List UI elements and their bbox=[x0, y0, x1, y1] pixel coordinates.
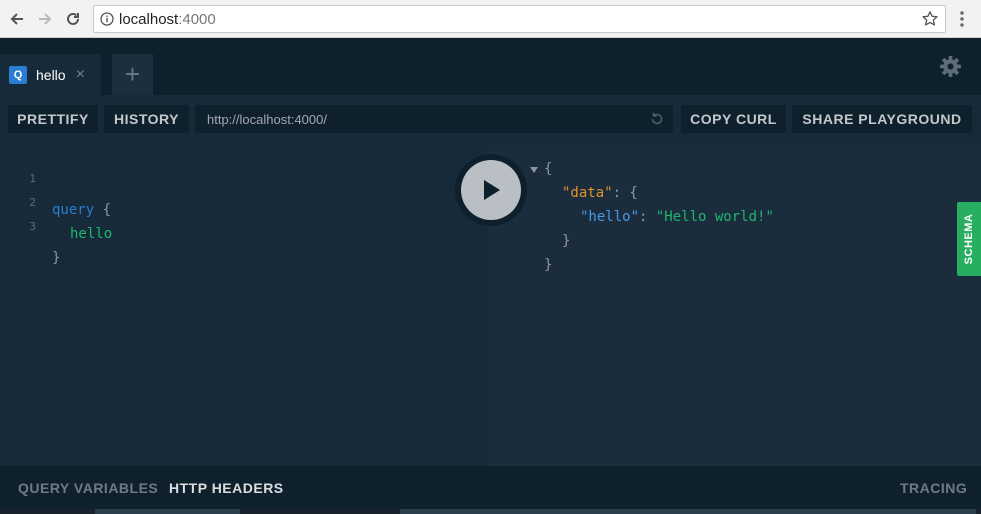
edge-segment bbox=[0, 509, 95, 514]
editor-line: 3 } bbox=[0, 218, 60, 266]
info-icon[interactable] bbox=[100, 12, 114, 26]
query-editor[interactable]: 1 query { 2 hello 3 } bbox=[0, 145, 489, 466]
reload-button[interactable] bbox=[62, 8, 84, 30]
query-keyword: query bbox=[52, 202, 95, 218]
copy-curl-button[interactable]: COPY CURL bbox=[681, 105, 786, 133]
tab-hello[interactable]: Q hello × bbox=[0, 54, 101, 95]
prettify-button[interactable]: PRETTIFY bbox=[8, 105, 98, 133]
line-number: 3 bbox=[29, 220, 36, 233]
tracing-tab[interactable]: TRACING bbox=[900, 480, 967, 496]
tab-label: hello bbox=[36, 66, 66, 83]
share-playground-button[interactable]: SHARE PLAYGROUND bbox=[792, 105, 972, 133]
url-text: localhost:4000 bbox=[119, 11, 216, 28]
gear-icon[interactable] bbox=[939, 55, 962, 78]
http-headers-tab[interactable]: HTTP HEADERS bbox=[169, 480, 284, 496]
close-brace: } bbox=[52, 250, 61, 266]
result-open-brace: { bbox=[544, 161, 553, 177]
line-number: 2 bbox=[29, 196, 36, 209]
hello-colon: : bbox=[639, 209, 656, 225]
playground-toolbar: PRETTIFY HISTORY http://localhost:4000/ … bbox=[0, 95, 981, 145]
edge-segment bbox=[240, 509, 400, 514]
browser-menu-icon[interactable] bbox=[958, 10, 966, 28]
query-field: hello bbox=[70, 226, 113, 242]
edge-segment bbox=[976, 509, 981, 514]
bookmark-star-icon[interactable] bbox=[921, 10, 939, 28]
line-number: 1 bbox=[29, 172, 36, 185]
endpoint-input[interactable]: http://localhost:4000/ bbox=[195, 105, 673, 133]
hello-value: "Hello world!" bbox=[655, 209, 774, 225]
play-icon bbox=[484, 180, 500, 200]
data-colon: : { bbox=[612, 185, 638, 201]
close-icon[interactable]: × bbox=[76, 66, 85, 83]
address-bar[interactable]: localhost:4000 bbox=[93, 5, 946, 33]
bottom-panel-bar: QUERY VARIABLES HTTP HEADERS TRACING bbox=[0, 466, 981, 514]
data-key: "data" bbox=[562, 185, 613, 201]
forward-button[interactable] bbox=[34, 8, 56, 30]
result-viewer: { "data": { "hello": "Hello world!" } } bbox=[489, 145, 981, 466]
query-badge-icon: Q bbox=[9, 65, 27, 84]
add-tab-button[interactable]: + bbox=[112, 54, 153, 95]
reload-schema-icon[interactable] bbox=[649, 111, 665, 127]
run-query-button[interactable] bbox=[461, 160, 521, 220]
editor-line: 1 query { bbox=[0, 170, 111, 218]
back-arrow-icon bbox=[10, 13, 23, 25]
result-data-line: "data": { bbox=[562, 185, 638, 209]
schema-tab[interactable]: SCHEMA bbox=[957, 202, 981, 276]
result-inner-close: } bbox=[562, 233, 571, 249]
run-button-ring bbox=[455, 154, 527, 226]
schema-label: SCHEMA bbox=[963, 213, 975, 265]
result-hello-line: "hello": "Hello world!" bbox=[580, 209, 774, 233]
result-outer-close: } bbox=[544, 257, 553, 273]
endpoint-url: http://localhost:4000/ bbox=[207, 112, 327, 127]
hello-key: "hello" bbox=[580, 209, 640, 225]
back-button[interactable] bbox=[6, 8, 28, 30]
open-brace: { bbox=[102, 202, 112, 218]
url-host: localhost bbox=[119, 11, 179, 28]
plus-icon: + bbox=[124, 59, 141, 89]
reload-icon bbox=[67, 12, 79, 25]
url-port: :4000 bbox=[178, 11, 216, 28]
editor-line: 2 hello bbox=[0, 194, 112, 242]
forward-arrow-icon bbox=[39, 13, 52, 25]
collapse-triangle-icon[interactable] bbox=[530, 167, 538, 173]
history-button[interactable]: HISTORY bbox=[104, 105, 189, 133]
tab-bar: Q hello × + bbox=[0, 38, 981, 95]
window-bottom-edge bbox=[0, 509, 981, 514]
browser-toolbar: localhost:4000 bbox=[0, 0, 981, 38]
query-variables-tab[interactable]: QUERY VARIABLES bbox=[18, 480, 158, 496]
